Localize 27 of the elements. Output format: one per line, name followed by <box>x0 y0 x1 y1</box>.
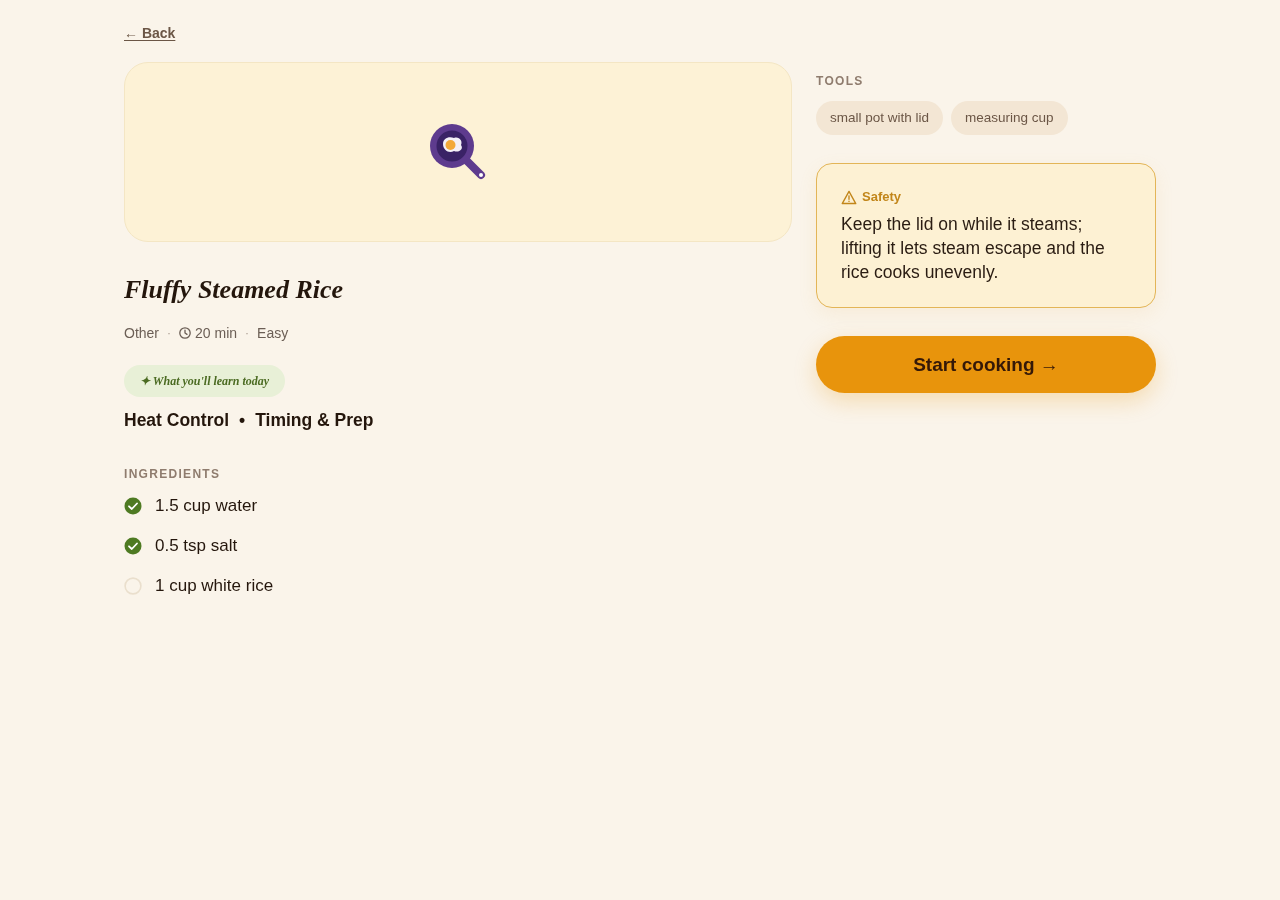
section-heading: INGREDIENTS <box>124 466 222 482</box>
ingredient-label: 1.5 cup water <box>155 495 258 517</box>
tool-chip: small pot with lid <box>816 101 944 135</box>
ingredient-label: 1 cup white rice <box>155 575 274 597</box>
meta-separator: · <box>167 325 171 342</box>
recipe-title: Fluffy Steamed Rice <box>124 274 345 306</box>
start-cooking-button[interactable]: Start cooking → <box>816 336 1156 393</box>
ingredient-checkbox[interactable] <box>124 497 142 515</box>
ingredient-checkbox[interactable] <box>124 577 142 595</box>
skill-separator: • <box>239 409 246 432</box>
tool-chip: measuring cup <box>951 101 1068 135</box>
warning-icon <box>841 189 857 205</box>
back-link[interactable]: ← Back <box>124 25 176 41</box>
duration-label: 20 min <box>195 324 238 343</box>
frying-pan-icon <box>430 124 486 180</box>
clock-icon <box>179 327 191 339</box>
safety-title: Safety <box>862 188 902 206</box>
skill-label: Heat Control <box>124 409 229 432</box>
safety-text: Keep the lid on while it steams; lifting it lets steam escape and the rice cooks unevenly. <box>841 213 1106 284</box>
section-heading: TOOLS <box>816 73 865 89</box>
skill-label: Timing & Prep <box>255 409 374 432</box>
ingredient-label: 0.5 tsp salt <box>155 535 238 557</box>
meta-label: Other <box>124 324 159 343</box>
meta-separator: · <box>245 325 250 342</box>
ingredient-checkbox[interactable] <box>124 537 142 555</box>
learn-badge: ✦ What you'll learn today <box>124 365 286 397</box>
meta-label: Easy <box>257 324 289 343</box>
